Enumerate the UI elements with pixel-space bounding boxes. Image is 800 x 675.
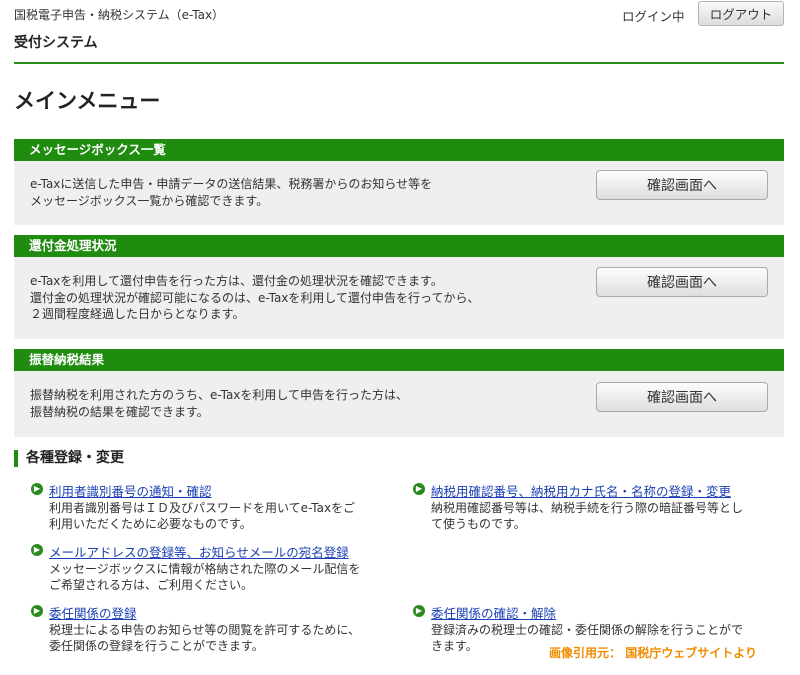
registration-item-email: ▶ メールアドレスの登録等、お知らせメールの宛名登録 メッセージボックスに情報が… bbox=[31, 542, 391, 593]
circle-arrow-right-icon: ▶ bbox=[413, 605, 425, 617]
circle-arrow-right-icon: ▶ bbox=[413, 483, 425, 495]
header-divider bbox=[14, 62, 784, 64]
registration-item-delegation: ▶ 委任関係の登録 税理士による申告のお知らせ等の閲覧を許可するために、 委任関… bbox=[31, 603, 391, 654]
panel-title: メッセージボックス一覧 bbox=[14, 139, 784, 161]
image-credit: 画像引用元： 国税庁ウェブサイトより bbox=[519, 640, 787, 666]
registration-item-payment-code: ▶ 納税用確認番号、納税用カナ氏名・名称の登録・変更 納税用確認番号等は、納税手… bbox=[413, 481, 773, 532]
registration-description: 納税用確認番号等は、納税手続を行う際の暗証番号等とし て使うものです。 bbox=[431, 501, 744, 531]
email-registration-link[interactable]: メールアドレスの登録等、お知らせメールの宛名登録 bbox=[49, 542, 349, 561]
user-id-notice-link[interactable]: 利用者識別番号の通知・確認 bbox=[49, 481, 212, 500]
confirm-button[interactable]: 確認画面へ bbox=[596, 382, 768, 412]
confirm-button[interactable]: 確認画面へ bbox=[596, 267, 768, 297]
login-status: ログイン中 bbox=[622, 9, 685, 24]
circle-arrow-right-icon: ▶ bbox=[31, 483, 43, 495]
confirm-button[interactable]: 確認画面へ bbox=[596, 170, 768, 200]
subsystem-title: 受付システム bbox=[14, 35, 98, 51]
system-name: 国税電子申告・納税システム（e-Tax） bbox=[14, 8, 225, 22]
panel-refund-status: 還付金処理状況 e-Taxを利用して還付申告を行った方は、還付金の処理状況を確認… bbox=[14, 235, 784, 339]
circle-arrow-right-icon: ▶ bbox=[31, 544, 43, 556]
registration-description: メッセージボックスに情報が格納された際のメール配信を ご希望される方は、ご利用く… bbox=[49, 562, 361, 592]
panel-description: e-Taxに送信した申告・申請データの送信結果、税務署からのお知らせ等を メッセ… bbox=[30, 177, 433, 208]
registration-item-user-id: ▶ 利用者識別番号の通知・確認 利用者識別番号はＩＤ及びパスワードを用いてe-T… bbox=[31, 481, 391, 532]
panel-title: 振替納税結果 bbox=[14, 349, 784, 371]
panel-description: 振替納税を利用された方のうち、e-Taxを利用して申告を行った方は、 振替納税の… bbox=[30, 388, 409, 419]
logout-button[interactable]: ログアウト bbox=[698, 1, 784, 26]
delegation-registration-link[interactable]: 委任関係の登録 bbox=[49, 603, 137, 622]
panel-transfer-tax-result: 振替納税結果 振替納税を利用された方のうち、e-Taxを利用して申告を行った方は… bbox=[14, 349, 784, 437]
panel-title: 還付金処理状況 bbox=[14, 235, 784, 257]
payment-code-link[interactable]: 納税用確認番号、納税用カナ氏名・名称の登録・変更 bbox=[431, 481, 731, 500]
delegation-check-link[interactable]: 委任関係の確認・解除 bbox=[431, 603, 556, 622]
registration-description: 税理士による申告のお知らせ等の閲覧を許可するために、 委任関係の登録を行うことが… bbox=[49, 623, 361, 653]
circle-arrow-right-icon: ▶ bbox=[31, 605, 43, 617]
header: 国税電子申告・納税システム（e-Tax） 受付システム ログイン中 ログアウト bbox=[0, 0, 800, 66]
panel-description: e-Taxを利用して還付申告を行った方は、還付金の処理状況を確認できます。 還付… bbox=[30, 274, 480, 321]
section-title-registration: 各種登録・変更 bbox=[14, 450, 124, 467]
panel-message-box: メッセージボックス一覧 e-Taxに送信した申告・申請データの送信結果、税務署か… bbox=[14, 139, 784, 225]
page-title: メインメニュー bbox=[14, 89, 161, 113]
registration-description: 利用者識別番号はＩＤ及びパスワードを用いてe-Taxをご 利用いただくために必要… bbox=[49, 501, 356, 531]
